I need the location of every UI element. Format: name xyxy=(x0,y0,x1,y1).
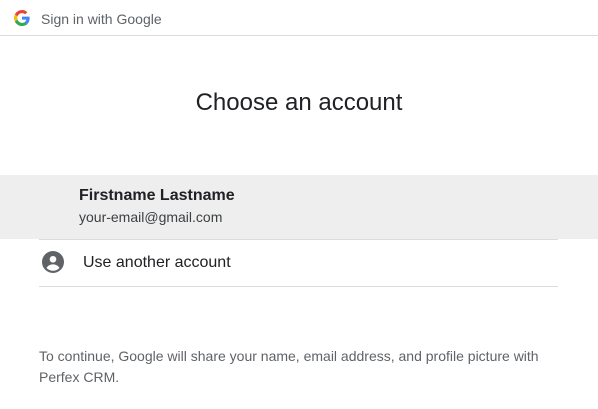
divider xyxy=(39,286,558,287)
account-item[interactable]: Firstname Lastname your-email@gmail.com xyxy=(0,175,598,239)
top-bar: Sign in with Google xyxy=(0,0,598,36)
google-g-icon xyxy=(14,10,30,26)
consent-notice: To continue, Google will share your name… xyxy=(39,348,539,385)
account-name: Firstname Lastname xyxy=(79,187,235,204)
use-another-account-button[interactable]: Use another account xyxy=(39,240,558,286)
account-email: your-email@gmail.com xyxy=(79,209,223,225)
person-circle-icon xyxy=(42,251,64,273)
page-title: Choose an account xyxy=(195,89,403,116)
header-title: Sign in with Google xyxy=(41,11,162,27)
use-another-account-label: Use another account xyxy=(83,254,231,271)
